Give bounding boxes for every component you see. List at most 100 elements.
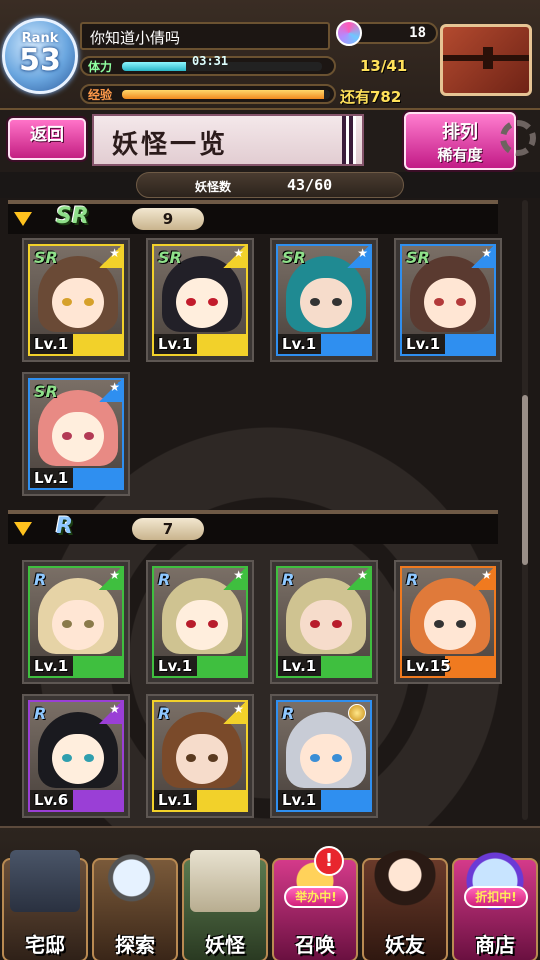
nav-label: 宅邸 [25, 933, 65, 957]
exp-bar: 经验 [80, 84, 336, 104]
card-level: Lv.1 [34, 335, 69, 353]
monster-card[interactable]: SR ★ Lv.1 [22, 372, 130, 496]
event-badge: 折扣中! [464, 886, 528, 908]
monster-portrait: R ★ Lv.15 [400, 566, 496, 678]
sort-value: 稀有度 [437, 146, 483, 164]
card-level: Lv.1 [406, 335, 441, 353]
card-level: Lv.1 [282, 657, 317, 675]
monster-card[interactable]: R ★ Lv.15 [394, 560, 502, 684]
title-panel: 妖怪一览 [92, 114, 364, 166]
title-stripe-decoration [342, 116, 356, 164]
stamina-label: 体力 [88, 60, 113, 74]
page-header: 返回 妖怪一览 排列 稀有度 [0, 110, 540, 172]
monster-count-label: 妖怪数 [195, 180, 232, 194]
card-level: Lv.1 [158, 335, 193, 353]
stamina-bar: 体力 03:31 [80, 54, 336, 76]
rank-badge: Rank 53 [2, 18, 78, 94]
monster-card[interactable]: SR ★ Lv.1 [22, 238, 130, 362]
card-level: Lv.6 [34, 791, 69, 809]
friend-icon [370, 850, 440, 912]
nav-item-magnifier[interactable]: 探索 [90, 850, 180, 960]
level-strip: Lv.1 [154, 656, 246, 676]
star-icon: ★ [346, 246, 370, 268]
card-level: Lv.1 [158, 791, 193, 809]
medal-icon [348, 704, 366, 722]
monster-card[interactable]: R ★ Lv.1 [146, 560, 254, 684]
monster-card[interactable]: R ★ Lv.1 [22, 560, 130, 684]
section-count: 7 [132, 518, 204, 540]
star-icon: ★ [470, 568, 494, 590]
monster-card[interactable]: SR ★ Lv.1 [270, 238, 378, 362]
page-title: 妖怪一览 [112, 130, 229, 160]
stamina-value: 13/41 [360, 57, 408, 75]
stamina-timer: 03:31 [192, 54, 229, 68]
nav-item-shop-orb[interactable]: 折扣中! 商店 [450, 850, 540, 960]
level-strip: Lv.1 [402, 334, 494, 354]
treasure-chest-icon[interactable] [440, 24, 532, 96]
level-strip: Lv.1 [30, 468, 122, 488]
exp-fill [122, 90, 324, 99]
section-rarity-label: SR [56, 204, 89, 229]
nav-label: 妖友 [385, 933, 425, 957]
back-button[interactable]: 返回 [8, 118, 86, 160]
alert-icon: ! [314, 846, 344, 876]
nav-item-summon[interactable]: 举办中!! 召唤 [270, 846, 360, 960]
section-header-sr[interactable]: SR 9 [8, 200, 498, 234]
monster-portrait: SR ★ Lv.1 [28, 244, 124, 356]
card-level: Lv.1 [282, 335, 317, 353]
monster-portrait: R ★ Lv.6 [28, 700, 124, 812]
exp-label: 经验 [88, 88, 113, 102]
monster-portrait: R ★ Lv.1 [152, 566, 248, 678]
collapse-arrow-icon[interactable] [14, 522, 32, 536]
monster-portrait: R Lv.1 [276, 700, 372, 812]
level-strip: Lv.1 [278, 790, 370, 810]
monster-card[interactable]: R ★ Lv.1 [270, 560, 378, 684]
card-rarity-tag: R [158, 570, 171, 589]
gem-counter[interactable]: 18 [336, 20, 438, 46]
nav-item-scroll[interactable]: 妖怪 [180, 850, 270, 960]
monster-card[interactable]: SR ★ Lv.1 [394, 238, 502, 362]
monster-card[interactable]: R ★ Lv.1 [146, 694, 254, 818]
nav-item-friend[interactable]: 妖友 [360, 850, 450, 960]
monster-list[interactable]: SR 9 SR ★ Lv.1 SR ★ Lv.1 SR ★ Lv.1 SR ★ Lv.1 SR ★ Lv.1 R 7… [0, 198, 540, 826]
scrollbar-thumb[interactable] [522, 395, 528, 565]
nav-label: 召唤 [295, 933, 335, 957]
magnifier-icon [100, 850, 170, 912]
card-rarity-tag: R [34, 704, 47, 723]
star-icon: ★ [222, 246, 246, 268]
section-rarity-label: R [56, 514, 73, 539]
level-strip: Lv.6 [30, 790, 122, 810]
nav-label: 探索 [115, 933, 155, 957]
card-level: Lv.1 [34, 657, 69, 675]
collapse-arrow-icon[interactable] [14, 212, 32, 226]
monster-portrait: R ★ Lv.1 [28, 566, 124, 678]
monster-portrait: SR ★ Lv.1 [400, 244, 496, 356]
level-strip: Lv.1 [30, 334, 122, 354]
monster-card[interactable]: SR ★ Lv.1 [146, 238, 254, 362]
monster-count-value: 43/60 [287, 176, 333, 194]
monster-card[interactable]: R ★ Lv.6 [22, 694, 130, 818]
status-bar: Rank 53 你知道小倩吗 18 体力 03:31 13/41 经验 还有78… [0, 0, 540, 110]
section-count: 9 [132, 208, 204, 230]
nav-item-house[interactable]: 宅邸 [0, 850, 90, 960]
card-rarity-tag: R [406, 570, 419, 589]
stamina-fill [122, 62, 186, 71]
star-icon: ★ [222, 568, 246, 590]
card-rarity-tag: SR [158, 248, 182, 267]
card-level: Lv.1 [158, 657, 193, 675]
level-strip: Lv.1 [30, 656, 122, 676]
card-rarity-tag: SR [406, 248, 430, 267]
star-icon: ★ [98, 246, 122, 268]
nav-label: 商店 [475, 933, 515, 957]
monster-card[interactable]: R Lv.1 [270, 694, 378, 818]
sort-button[interactable]: 排列 稀有度 [404, 112, 516, 170]
level-strip: Lv.1 [278, 334, 370, 354]
star-icon: ★ [98, 702, 122, 724]
star-icon: ★ [98, 568, 122, 590]
card-rarity-tag: R [282, 570, 295, 589]
star-icon: ★ [222, 702, 246, 724]
card-rarity-tag: SR [34, 248, 58, 267]
level-strip: Lv.1 [278, 656, 370, 676]
bottom-nav: 宅邸 探索 妖怪 举办中!! 召唤 妖友 折扣中! 商店 [0, 826, 540, 960]
section-header-r[interactable]: R7 [8, 510, 498, 544]
